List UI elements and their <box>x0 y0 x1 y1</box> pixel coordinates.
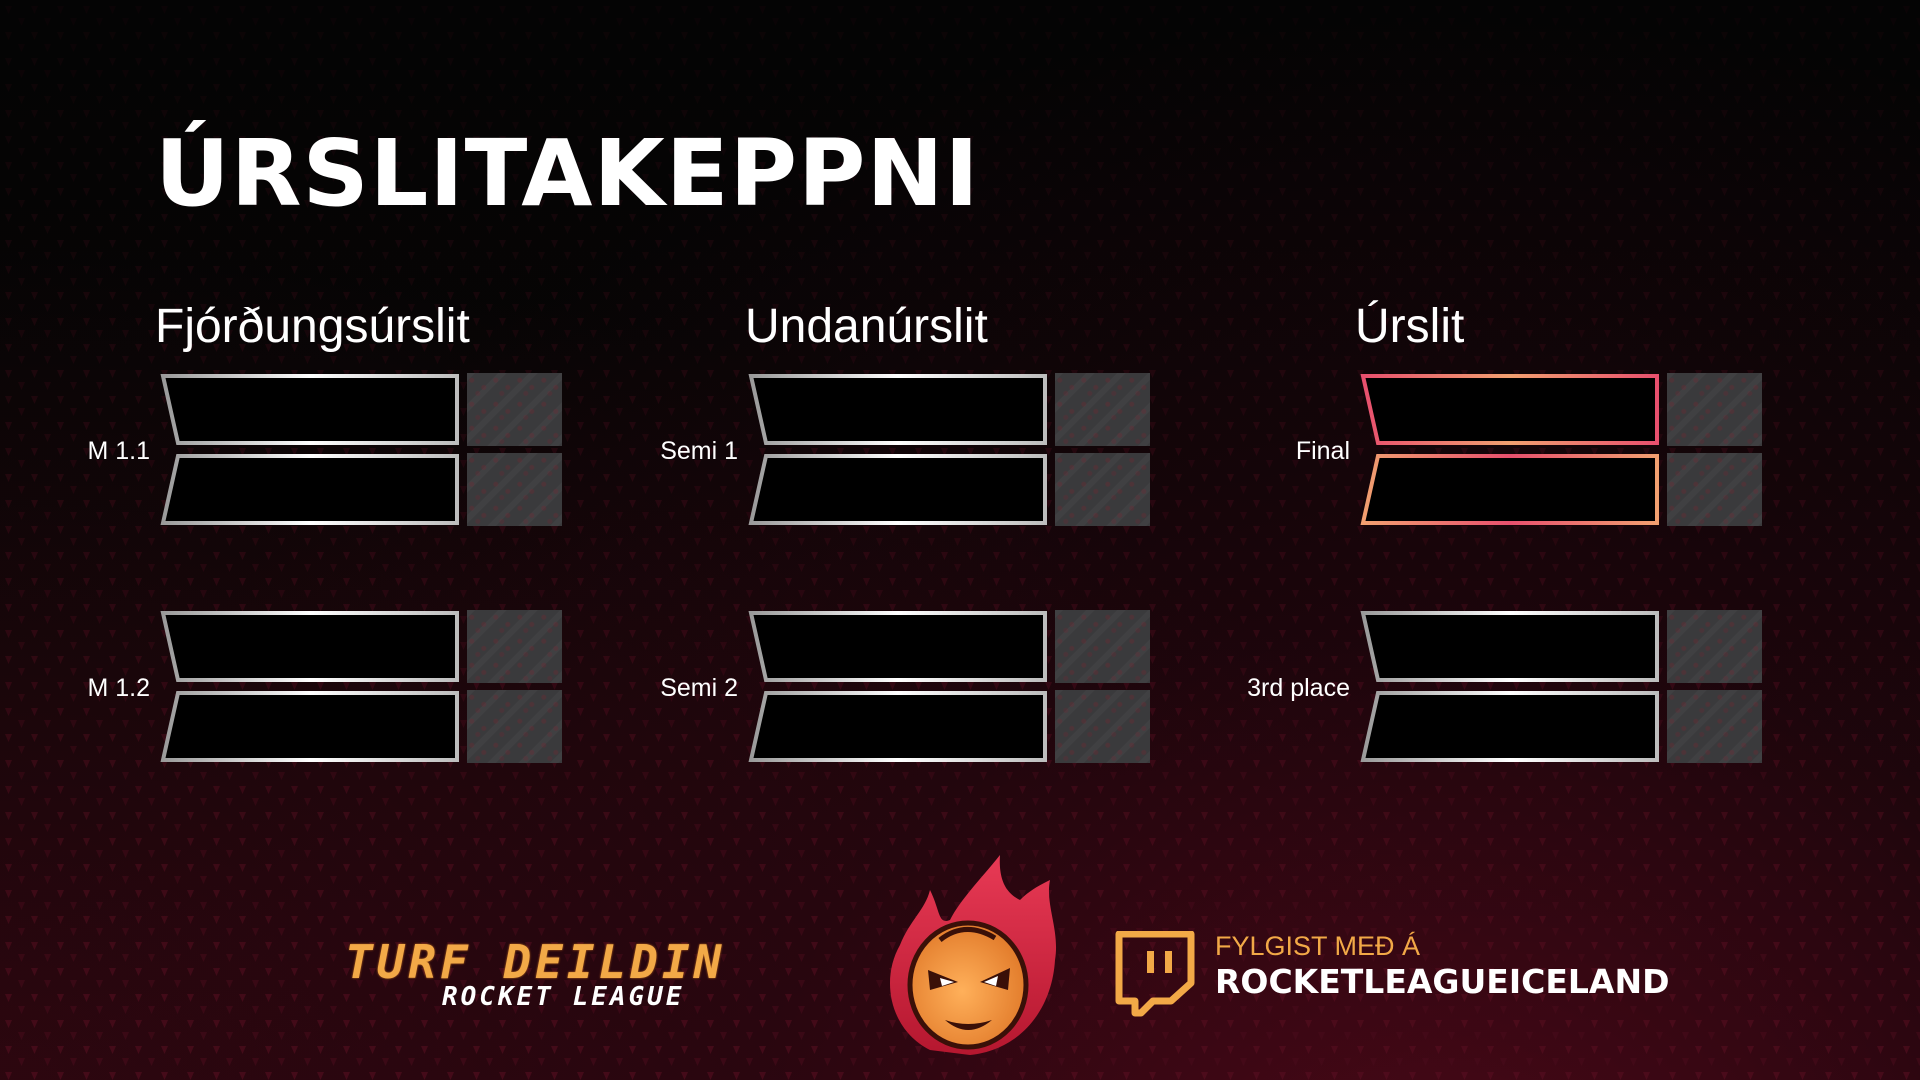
match-label: Semi 1 <box>660 437 738 465</box>
team-slot[interactable] <box>1360 690 1660 763</box>
score-box-pattern <box>1667 373 1762 446</box>
team-slot-frame <box>1360 611 1659 682</box>
team-slot[interactable] <box>160 453 460 526</box>
score-box-pattern <box>1055 610 1150 683</box>
score-box-pattern <box>1667 690 1762 763</box>
team-slot-frame <box>748 374 1047 445</box>
score-box[interactable] <box>1055 690 1150 763</box>
team-slot[interactable] <box>160 690 460 763</box>
team-slot-frame <box>1360 374 1659 445</box>
team-slot-frame <box>160 691 459 762</box>
page-title: ÚRSLITAKEPPNI <box>155 120 980 227</box>
team-slot[interactable] <box>1360 453 1660 526</box>
match-label: Final <box>1295 437 1350 465</box>
league-logo-line1: TURF DEILDIN <box>345 935 726 989</box>
team-slot[interactable] <box>748 690 1048 763</box>
team-slot-frame <box>748 611 1047 682</box>
twitch-icon <box>1115 931 1195 1017</box>
score-box[interactable] <box>1667 610 1762 683</box>
fire-mascot-icon <box>890 855 1057 1055</box>
team-slot-frame <box>160 454 459 525</box>
team-slot-frame <box>160 374 459 445</box>
match-label: Semi 2 <box>660 674 738 702</box>
team-slot-frame <box>1360 454 1659 525</box>
match-label: 3rd place <box>1247 674 1350 702</box>
score-box[interactable] <box>1055 610 1150 683</box>
match-label: M 1.2 <box>87 674 150 702</box>
score-box-pattern <box>1667 453 1762 526</box>
score-box[interactable] <box>1055 453 1150 526</box>
follow-label: FYLGIST MEÐ Á <box>1215 931 1421 961</box>
round-title: Fjórðungsúrslit <box>155 300 470 353</box>
match-label: M 1.1 <box>87 437 150 465</box>
team-slot[interactable] <box>160 373 460 446</box>
team-slot[interactable] <box>748 373 1048 446</box>
score-box-pattern <box>1055 690 1150 763</box>
score-box-pattern <box>1055 373 1150 446</box>
score-box-pattern <box>1055 453 1150 526</box>
team-slot[interactable] <box>1360 610 1660 683</box>
round-title: Úrslit <box>1355 300 1465 353</box>
score-box-pattern <box>1667 610 1762 683</box>
team-slot-frame <box>748 454 1047 525</box>
round-title: Undanúrslit <box>745 300 988 353</box>
league-logo-line2: ROCKET LEAGUE <box>442 982 685 1012</box>
team-slot[interactable] <box>160 610 460 683</box>
team-slot[interactable] <box>748 453 1048 526</box>
score-box[interactable] <box>1667 453 1762 526</box>
team-slot-frame <box>1360 691 1659 762</box>
score-box[interactable] <box>1667 373 1762 446</box>
score-box[interactable] <box>1055 373 1150 446</box>
team-slot[interactable] <box>748 610 1048 683</box>
team-slot[interactable] <box>1360 373 1660 446</box>
channel-name: ROCKETLEAGUEICELAND <box>1215 962 1670 1001</box>
score-box[interactable] <box>1667 690 1762 763</box>
team-slot-frame <box>160 611 459 682</box>
team-slot-frame <box>748 691 1047 762</box>
